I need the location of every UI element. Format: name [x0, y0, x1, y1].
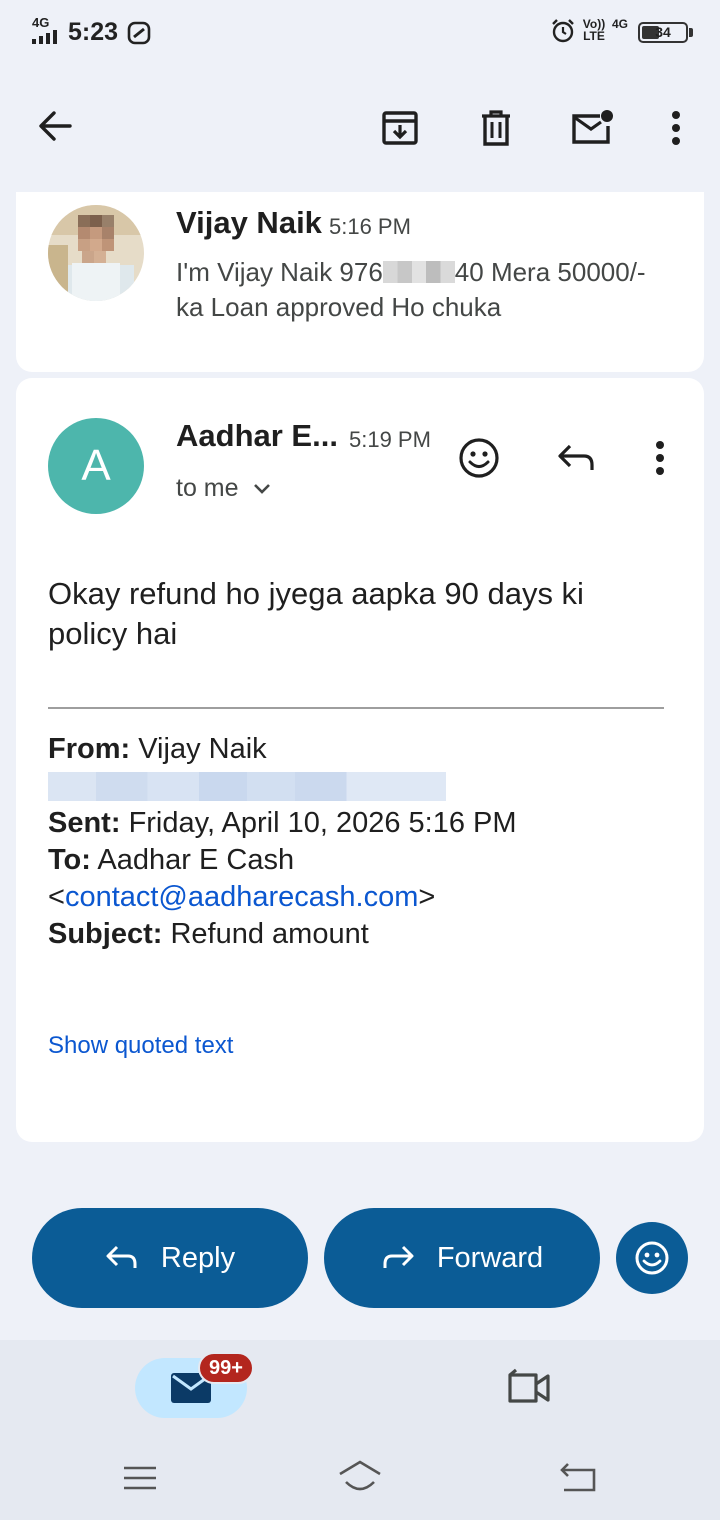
reply-button[interactable]: Reply: [32, 1208, 308, 1308]
sender-name: Vijay Naik: [176, 205, 322, 240]
message-snippet: I'm Vijay Naik 976 40 Mera 50000/- ka Loa…: [176, 255, 676, 325]
more-options-button[interactable]: [654, 106, 698, 150]
from-label: From:: [48, 733, 131, 765]
volte-indicator: Vo)) LTE: [582, 17, 606, 43]
forward-icon: [383, 1245, 414, 1268]
add-reaction-button[interactable]: [457, 436, 501, 480]
reply-icon: [558, 444, 594, 470]
meet-video-icon[interactable]: [506, 1368, 552, 1408]
more-vertical-icon: [656, 441, 664, 475]
subject-value: Refund amount: [170, 918, 369, 950]
battery-cap: [689, 28, 693, 37]
app-notification-icon: [127, 21, 151, 45]
quoted-sent-row: Sent: Friday, April 10, 2026 5:16 PM: [48, 805, 678, 842]
chevron-down-icon: [253, 483, 270, 494]
mail-unread-icon: [572, 110, 613, 144]
status-bar: 4G 5:23 Vo)) LTE 4G 34: [0, 0, 720, 64]
reply-label: Reply: [160, 1241, 236, 1274]
sender-avatar-letter: A: [48, 418, 144, 514]
alarm-icon: [552, 19, 574, 43]
forward-label: Forward: [436, 1241, 544, 1274]
home-icon[interactable]: [336, 1456, 384, 1500]
email-bracket-close: >: [418, 881, 436, 913]
clock: 5:23: [68, 18, 119, 46]
show-quoted-text-link[interactable]: Show quoted text: [48, 1032, 233, 1060]
emoji-icon: [459, 438, 499, 478]
react-emoji-button[interactable]: [616, 1222, 688, 1294]
message-body: Okay refund ho jyega aapka 90 days ki po…: [48, 576, 584, 651]
snippet-text: I'm Vijay Naik 976: [176, 257, 383, 287]
subject-label: Subject:: [48, 918, 163, 950]
sender-name: Aadhar E...: [176, 418, 338, 453]
archive-icon: [382, 111, 418, 145]
email-link[interactable]: contact@aadharecash.com: [65, 881, 418, 913]
battery-icon: 34: [638, 22, 688, 43]
more-vertical-icon: [672, 111, 680, 145]
emoji-icon: [635, 1241, 669, 1275]
signal-icon: [32, 30, 57, 44]
sender-avatar: [48, 205, 144, 301]
to-value: Aadhar E Cash: [97, 844, 295, 876]
from-value: Vijay Naik: [138, 733, 267, 765]
battery-level: 34: [655, 24, 671, 40]
quoted-to-row: To: Aadhar E Cash: [48, 842, 678, 879]
message-more-button[interactable]: [638, 436, 682, 480]
sent-label: Sent:: [48, 807, 121, 839]
reply-button-inline[interactable]: [554, 436, 598, 480]
email-bracket-open: <: [48, 881, 65, 913]
message-time: 5:16 PM: [329, 214, 411, 239]
to-label: To:: [48, 844, 91, 876]
message-time: 5:19 PM: [349, 427, 431, 452]
quoted-from-row: From: Vijay Naik: [48, 731, 678, 768]
recipient-label: to me: [176, 474, 239, 502]
archive-button[interactable]: [378, 106, 422, 150]
network-type: 4G: [32, 15, 50, 30]
recipient-details-toggle[interactable]: to me: [176, 474, 271, 503]
reply-icon: [106, 1245, 137, 1268]
quoted-header: From: Vijay Naik Sent: Friday, April 10,…: [48, 731, 678, 953]
quoted-to-email-row: <contact@aadharecash.com>: [48, 879, 678, 916]
back-button[interactable]: [33, 104, 77, 148]
trash-icon: [482, 110, 510, 146]
unread-count-badge: 99+: [198, 1352, 254, 1384]
network-type-secondary: 4G: [612, 17, 629, 31]
arrow-left-icon: [39, 111, 72, 141]
delete-button[interactable]: [474, 106, 518, 150]
forward-button[interactable]: Forward: [324, 1208, 600, 1308]
mark-unread-button[interactable]: [570, 106, 614, 150]
quote-divider: [48, 707, 664, 709]
sent-value: Friday, April 10, 2026 5:16 PM: [128, 807, 517, 839]
redacted-email: [48, 772, 446, 801]
back-nav-icon[interactable]: [556, 1456, 604, 1500]
quoted-subject-row: Subject: Refund amount: [48, 916, 678, 953]
redacted-number: [382, 261, 455, 283]
menu-icon[interactable]: [116, 1456, 164, 1500]
